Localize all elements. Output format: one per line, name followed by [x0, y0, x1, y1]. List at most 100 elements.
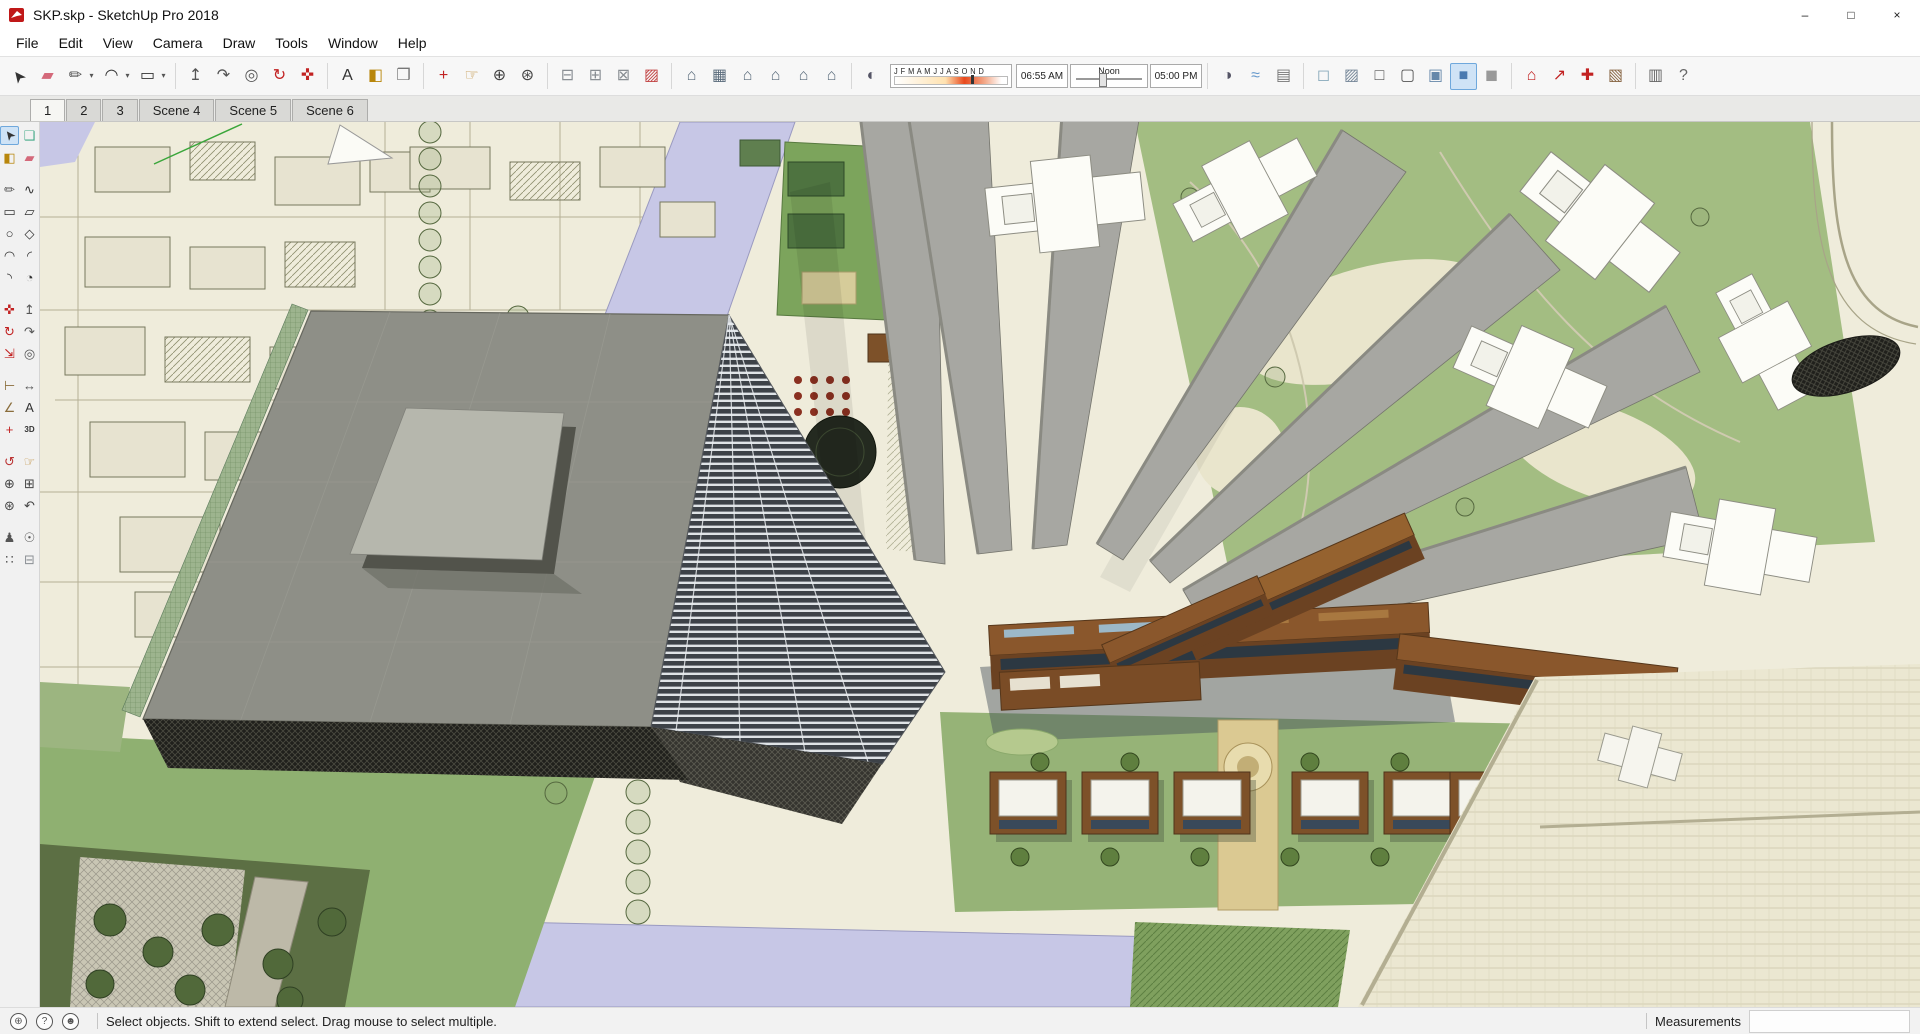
- tool-select[interactable]: ➤: [0, 126, 19, 145]
- line-dropdown[interactable]: ▾: [86, 63, 97, 90]
- tool-line[interactable]: ✏: [0, 180, 19, 199]
- shadow-settings-icon[interactable]: ◐: [858, 63, 885, 90]
- date-slider-track[interactable]: [894, 75, 1008, 85]
- tool-arc[interactable]: ◜: [20, 246, 39, 265]
- section-plane-icon[interactable]: ⊟: [554, 63, 581, 90]
- tool-push-pull[interactable]: ↥: [20, 300, 39, 319]
- instructor-icon[interactable]: ?: [1670, 63, 1697, 90]
- menu-tools[interactable]: Tools: [265, 32, 318, 54]
- menu-file[interactable]: File: [6, 32, 49, 54]
- tool-pan[interactable]: ☞: [20, 452, 39, 471]
- account-icon[interactable]: ☻: [62, 1012, 79, 1030]
- menu-help[interactable]: Help: [388, 32, 437, 54]
- tool-protractor[interactable]: ∠: [0, 398, 19, 417]
- eraser-tool-icon[interactable]: ▰: [34, 63, 61, 90]
- view-left-icon[interactable]: ⌂: [818, 63, 845, 90]
- style-xray-icon[interactable]: ◻: [1310, 63, 1337, 90]
- tool-make-component[interactable]: ❑: [20, 126, 39, 145]
- tool-pie[interactable]: ◔: [20, 268, 39, 287]
- help-icon[interactable]: ?: [36, 1012, 53, 1030]
- menu-edit[interactable]: Edit: [49, 32, 93, 54]
- tool-rotate[interactable]: ↻: [0, 322, 19, 341]
- restore-button[interactable]: □: [1828, 0, 1874, 30]
- match-photo-icon[interactable]: ▤: [1270, 63, 1297, 90]
- tool-tape-measure[interactable]: ⊢: [0, 376, 19, 395]
- material-sample-icon[interactable]: ❒: [390, 63, 417, 90]
- share-model-icon[interactable]: ↗: [1546, 63, 1573, 90]
- line-tool-icon[interactable]: ✏: [62, 63, 89, 90]
- arc-tool-icon[interactable]: ◠: [98, 63, 125, 90]
- model-view[interactable]: [40, 122, 1920, 1007]
- shadows-toggle-icon[interactable]: ◑: [1214, 63, 1241, 90]
- view-front-icon[interactable]: ⌂: [734, 63, 761, 90]
- menu-window[interactable]: Window: [318, 32, 388, 54]
- tool-circle[interactable]: ○: [0, 224, 19, 243]
- measurements-input[interactable]: [1749, 1009, 1910, 1033]
- close-button[interactable]: ×: [1874, 0, 1920, 30]
- scene-tab-5[interactable]: Scene 5: [215, 99, 292, 121]
- tool-3d-text[interactable]: 3D: [20, 420, 39, 439]
- select-tool-icon[interactable]: ➤: [6, 63, 33, 90]
- arc-dropdown[interactable]: ▾: [122, 63, 133, 90]
- follow-me-icon[interactable]: ↷: [210, 63, 237, 90]
- style-shaded-icon[interactable]: ▣: [1422, 63, 1449, 90]
- fog-toggle-icon[interactable]: ≈: [1242, 63, 1269, 90]
- paint-bucket-icon[interactable]: ◧: [362, 63, 389, 90]
- tool-zoom-window[interactable]: ⊞: [20, 474, 39, 493]
- time-slider-thumb[interactable]: [1099, 73, 1108, 87]
- warehouse-icon[interactable]: ⌂: [1518, 63, 1545, 90]
- scene-tab-3[interactable]: 3: [102, 99, 138, 121]
- display-section-planes-icon[interactable]: ⊞: [582, 63, 609, 90]
- menu-draw[interactable]: Draw: [213, 32, 266, 54]
- view-right-icon[interactable]: ⌂: [762, 63, 789, 90]
- shapes-tool-icon[interactable]: ▭: [134, 63, 161, 90]
- back-edges-icon[interactable]: ▨: [638, 63, 665, 90]
- shadow-time-slider[interactable]: Noon: [1070, 64, 1148, 88]
- view-top-icon[interactable]: ▦: [706, 63, 733, 90]
- tool-3pt-arc[interactable]: ◝: [0, 268, 19, 287]
- tool-move[interactable]: ✜: [0, 300, 19, 319]
- date-slider-thumb[interactable]: [971, 75, 975, 84]
- tool-rectangle[interactable]: ▭: [0, 202, 19, 221]
- scene-tab-1[interactable]: 1: [30, 99, 66, 121]
- tool-previous[interactable]: ↶: [20, 496, 39, 515]
- style-back-edges-icon[interactable]: ▨: [1338, 63, 1365, 90]
- tool-zoom[interactable]: ⊕: [0, 474, 19, 493]
- menu-camera[interactable]: Camera: [143, 32, 213, 54]
- tool-2pt-arc[interactable]: ◠: [0, 246, 19, 265]
- tool-eraser[interactable]: ▰: [20, 148, 39, 167]
- rotate-icon[interactable]: ↻: [266, 63, 293, 90]
- view-iso-icon[interactable]: ⌂: [678, 63, 705, 90]
- tool-zoom-extents[interactable]: ⊛: [0, 496, 19, 515]
- tool-look-around[interactable]: ☉: [20, 528, 39, 547]
- axes-icon[interactable]: +: [430, 63, 457, 90]
- text-tool-icon[interactable]: A: [334, 63, 361, 90]
- scene-tab-6[interactable]: Scene 6: [292, 99, 368, 121]
- tool-follow-me[interactable]: ↷: [20, 322, 39, 341]
- tool-axes[interactable]: +: [0, 420, 19, 439]
- style-shaded-textures-icon[interactable]: ■: [1450, 62, 1477, 90]
- style-hidden-line-icon[interactable]: ▢: [1394, 63, 1421, 90]
- minimize-button[interactable]: –: [1782, 0, 1828, 30]
- move-icon[interactable]: ✜: [294, 63, 321, 90]
- tool-paint-bucket[interactable]: ◧: [0, 148, 19, 167]
- tool-scale[interactable]: ⇲: [0, 344, 19, 363]
- menu-view[interactable]: View: [93, 32, 143, 54]
- style-wireframe-icon[interactable]: □: [1366, 63, 1393, 90]
- tool-freehand[interactable]: ∿: [20, 180, 39, 199]
- pan-icon[interactable]: ☞: [458, 63, 485, 90]
- tool-walk[interactable]: ∷: [0, 550, 19, 569]
- shapes-dropdown[interactable]: ▾: [158, 63, 169, 90]
- tool-section-plane[interactable]: ⊟: [20, 550, 39, 569]
- view-back-icon[interactable]: ⌂: [790, 63, 817, 90]
- tool-position-camera[interactable]: ♟: [0, 528, 19, 547]
- geolocation-icon[interactable]: ⊕: [10, 1012, 27, 1030]
- send-to-layout-icon[interactable]: ▧: [1602, 63, 1629, 90]
- tool-offset[interactable]: ◎: [20, 344, 39, 363]
- style-monochrome-icon[interactable]: ◼: [1478, 63, 1505, 90]
- tool-orbit[interactable]: ↺: [0, 452, 19, 471]
- tool-rotated-rectangle[interactable]: ▱: [20, 202, 39, 221]
- tool-text[interactable]: A: [20, 398, 39, 417]
- push-pull-icon[interactable]: ↥: [182, 63, 209, 90]
- display-section-cuts-icon[interactable]: ⊠: [610, 63, 637, 90]
